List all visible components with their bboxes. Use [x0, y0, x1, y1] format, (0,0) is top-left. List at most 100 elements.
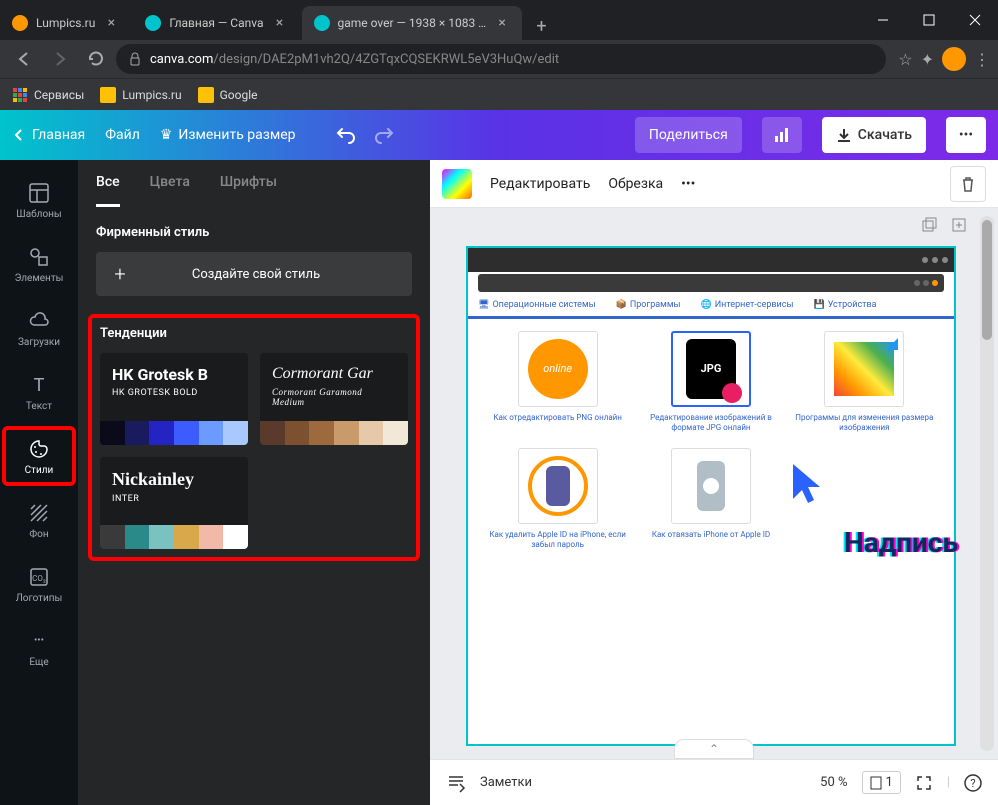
download-label: Скачать — [858, 127, 912, 143]
trend-swatch — [100, 525, 248, 549]
browser-tab-active[interactable]: game over — 1938 × 1083 пик × — [302, 6, 522, 40]
reload-button[interactable] — [80, 43, 112, 75]
analytics-button[interactable] — [762, 117, 802, 153]
svg-text:?: ? — [970, 777, 975, 790]
lock-icon — [128, 52, 142, 66]
more-icon: ••• — [27, 629, 51, 653]
design-page[interactable]: 🖥Операционные системы 📦Программы 🌐Интерн… — [466, 246, 956, 746]
back-button[interactable] — [8, 43, 40, 75]
crop-button[interactable]: Обрезка — [608, 176, 663, 192]
color-picker-button[interactable] — [442, 169, 472, 199]
tab-colors[interactable]: Цвета — [150, 174, 190, 207]
scrollbar-vertical[interactable] — [980, 216, 994, 751]
sidebar-item-logos[interactable]: CO₂ Логотипы — [0, 552, 78, 616]
trend-subtitle: INTER — [112, 494, 236, 504]
maximize-button[interactable] — [906, 0, 952, 40]
brand-section-label: Фирменный стиль — [96, 225, 412, 240]
sidebar-item-templates[interactable]: Шаблоны — [0, 168, 78, 232]
extensions-icon[interactable]: ✦ — [921, 50, 934, 69]
page-drawer-handle[interactable]: ⌃ — [674, 739, 754, 759]
edit-image-button[interactable]: Редактировать — [490, 176, 590, 192]
duplicate-page-icon[interactable] — [920, 216, 938, 234]
new-tab-button[interactable]: + — [528, 12, 556, 40]
addressbar-row: canva.com/design/DAE2pM1vh2Q/4ZGTqxCQSEK… — [0, 40, 998, 78]
crown-icon: ♛ — [160, 127, 173, 143]
add-page-icon[interactable] — [950, 216, 968, 234]
favicon — [12, 15, 28, 31]
url-path: /design/DAE2pM1vh2Q/4ZGTqxCQSEKRWL5eV3Hu… — [213, 52, 559, 67]
background-icon — [27, 501, 51, 525]
close-icon[interactable]: × — [495, 15, 510, 31]
trend-card[interactable]: Cormorant Gar Cormorant Garamond Medium — [260, 353, 408, 445]
trend-card[interactable]: NickainleyINTER — [100, 457, 248, 549]
forward-button[interactable] — [44, 43, 76, 75]
sidebar-item-background[interactable]: Фон — [0, 488, 78, 552]
notes-button[interactable]: Заметки — [480, 775, 532, 790]
mock-cell-label: Редактирование изображений в формате JPG… — [641, 413, 780, 434]
browser-titlebar: Lumpics.ru × Главная — Canva × game over… — [0, 0, 998, 40]
sidebar-item-more[interactable]: ••• Еще — [0, 616, 78, 680]
tab-title: game over — 1938 × 1083 пик — [338, 16, 487, 30]
undo-button[interactable] — [336, 125, 356, 145]
trend-subtitle: HK GROTESK BOLD — [112, 388, 236, 398]
sidebar-item-styles[interactable]: Стили — [0, 424, 78, 488]
tab-all[interactable]: Все — [96, 174, 120, 207]
logo-icon: CO₂ — [27, 565, 51, 589]
elements-icon — [27, 245, 51, 269]
sidebar-item-text[interactable]: T Текст — [0, 360, 78, 424]
sidebar-item-uploads[interactable]: Загрузки — [0, 296, 78, 360]
share-button[interactable]: Поделиться — [635, 117, 742, 153]
trend-subtitle: Cormorant Garamond Medium — [272, 387, 396, 407]
bookmark-apps[interactable]: Сервисы — [12, 87, 84, 103]
mock-cell-label: Как удалить Apple ID на iPhone, если заб… — [488, 530, 627, 551]
canvas-viewport[interactable]: 🖥Операционные системы 📦Программы 🌐Интерн… — [430, 208, 998, 759]
create-label: Создайте свой стиль — [144, 267, 368, 282]
redo-icon — [374, 125, 394, 145]
close-window-button[interactable] — [952, 0, 998, 40]
profile-avatar[interactable] — [942, 47, 966, 71]
close-icon[interactable]: × — [272, 15, 288, 31]
fullscreen-button[interactable] — [915, 774, 933, 792]
plus-icon: + — [110, 262, 130, 286]
online-badge: online — [528, 339, 588, 399]
trend-card[interactable]: HK Grotesk BHK GROTESK BOLD — [100, 353, 248, 445]
delete-button[interactable] — [950, 166, 986, 202]
menu-icon[interactable]: ⋮ — [974, 50, 990, 69]
create-style-button[interactable]: + Создайте свой стиль — [96, 252, 412, 296]
canva-topbar: Главная Файл ♛Изменить размер Поделиться… — [0, 110, 998, 160]
more-button[interactable]: ••• — [946, 117, 986, 153]
share-label: Поделиться — [649, 127, 728, 143]
palette-icon — [27, 437, 51, 461]
help-button[interactable]: ? — [964, 774, 982, 792]
browser-tab[interactable]: Lumpics.ru × — [0, 6, 131, 40]
bookmark-item[interactable]: Google — [198, 87, 258, 103]
styles-panel: Все Цвета Шрифты Фирменный стиль + Созда… — [78, 160, 430, 805]
panel-tabs: Все Цвета Шрифты — [78, 160, 430, 207]
templates-icon — [27, 181, 51, 205]
minimize-button[interactable] — [860, 0, 906, 40]
bookmark-item[interactable]: Lumpics.ru — [100, 87, 181, 103]
zoom-level[interactable]: 50 % — [820, 775, 847, 790]
trend-title: Cormorant Gar — [272, 365, 396, 383]
trends-section-label: Тенденции — [100, 326, 408, 341]
text-overlay-nadpis[interactable]: Надпись — [844, 526, 958, 559]
jpg-icon: JPG — [686, 339, 736, 399]
download-button[interactable]: Скачать — [822, 117, 926, 153]
page-number: 1 — [886, 775, 893, 790]
redo-button[interactable] — [374, 125, 394, 145]
mock-addressbar — [478, 274, 944, 292]
file-menu[interactable]: Файл — [105, 127, 140, 143]
close-icon[interactable]: × — [103, 15, 119, 31]
home-button[interactable]: Главная — [12, 127, 85, 143]
tab-fonts[interactable]: Шрифты — [220, 174, 277, 207]
resize-button[interactable]: ♛Изменить размер — [160, 127, 296, 143]
context-more-button[interactable]: ••• — [681, 176, 695, 192]
bookmark-star-icon[interactable]: ☆ — [898, 50, 912, 69]
sidebar-item-label: Текст — [26, 401, 52, 412]
sidebar-item-elements[interactable]: Элементы — [0, 232, 78, 296]
sidebar-item-label: Шаблоны — [16, 209, 61, 220]
addressbar[interactable]: canva.com/design/DAE2pM1vh2Q/4ZGTqxCQSEK… — [116, 44, 886, 74]
browser-tab[interactable]: Главная — Canva × — [133, 6, 299, 40]
page-count-button[interactable]: 1 — [862, 771, 901, 794]
chart-icon — [773, 126, 791, 144]
